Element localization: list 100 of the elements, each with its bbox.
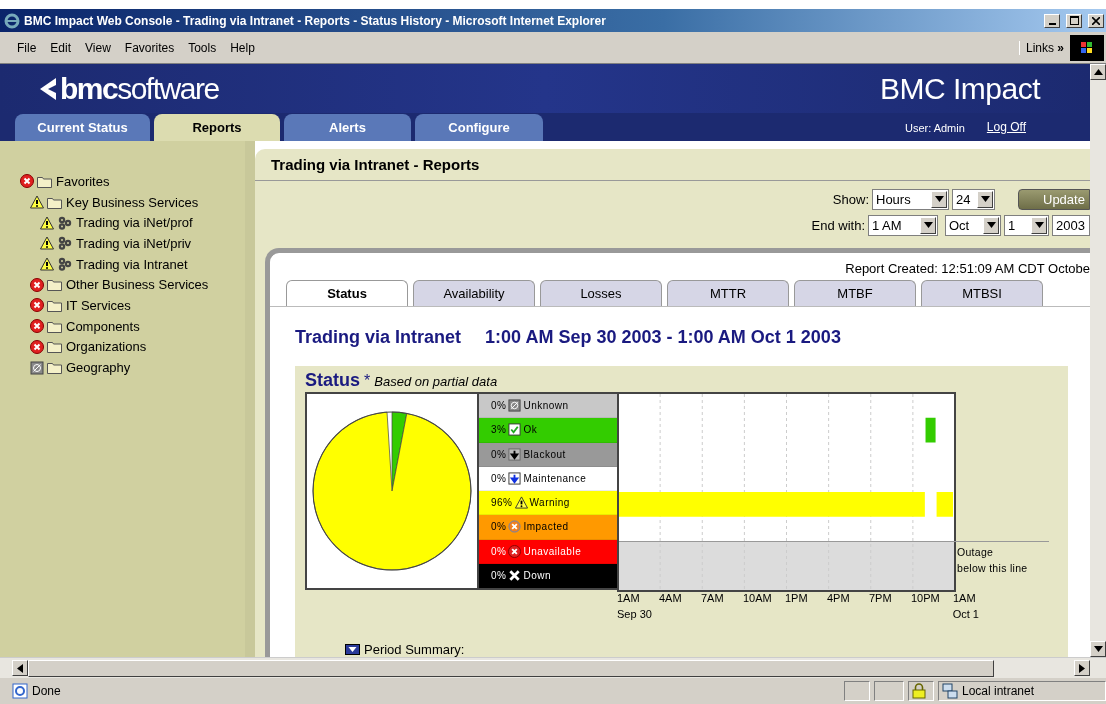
status-pane (874, 681, 904, 701)
axis-tick-label: 1PM (785, 592, 809, 606)
report-created-text: Report Created: 12:51:09 AM CDT Octobe (845, 261, 1090, 276)
status-text: Done (32, 684, 62, 698)
outage-label: Outage below this line (957, 545, 1029, 576)
report-tab[interactable]: Status (286, 279, 408, 306)
folder-icon (47, 319, 63, 333)
legend-label: Unknown (523, 400, 569, 412)
report-tab[interactable]: MTBF (794, 279, 916, 306)
nav-tab[interactable]: Configure (415, 114, 543, 141)
error-icon (508, 520, 522, 534)
minimize-button[interactable] (1044, 13, 1060, 28)
dropdown-toggle-icon[interactable] (345, 644, 360, 655)
folder-icon (47, 298, 63, 312)
cross-icon (508, 568, 522, 582)
dropdown[interactable]: 2003 (1052, 214, 1090, 236)
unknown-status-icon (508, 399, 522, 413)
legend-label: Down (523, 569, 552, 581)
scroll-up-button[interactable] (1090, 64, 1106, 80)
axis-tick-label: 7PM (869, 592, 893, 606)
user-label: User: Admin (904, 122, 965, 134)
update-button[interactable]: Update (1018, 188, 1090, 210)
scroll-left-button[interactable] (12, 660, 28, 676)
tree-item[interactable]: Geography (66, 360, 131, 376)
axis-tick-label: 4PM (827, 592, 851, 606)
legend-label: Impacted (523, 521, 569, 533)
scroll-right-button[interactable] (1074, 660, 1090, 676)
dropdown[interactable]: Oct (945, 214, 1001, 236)
page-icon (12, 683, 28, 699)
scrollbar-thumb[interactable] (28, 659, 994, 677)
tree-item[interactable]: Key Business Services (66, 194, 199, 210)
tree-item[interactable]: Trading via iNet/prof (76, 215, 193, 231)
close-icon (1092, 16, 1100, 25)
error-icon (30, 339, 44, 354)
check-icon (508, 423, 522, 437)
lock-icon (912, 683, 926, 699)
tree-item[interactable]: IT Services (66, 297, 131, 313)
zone-text: Local intranet (962, 684, 1035, 698)
horizontal-scrollbar[interactable] (0, 657, 1106, 678)
legend-percent: 0% (491, 448, 507, 460)
report-tab[interactable]: MTTR (667, 279, 789, 306)
nav-tab[interactable]: Alerts (284, 114, 411, 141)
menu-item[interactable]: Edit (43, 40, 79, 55)
folder-icon (47, 361, 63, 375)
dropdown[interactable]: 24 (952, 188, 995, 210)
legend-percent: 0% (491, 472, 507, 484)
menu-item[interactable]: Tools (181, 40, 224, 55)
tree-item[interactable]: Trading via Intranet (76, 256, 188, 272)
caret-down-icon (986, 222, 996, 228)
folder-icon (47, 195, 63, 209)
nav-tab[interactable]: Reports (154, 114, 280, 141)
legend-percent: 3% (491, 424, 507, 436)
tree-item[interactable]: Other Business Services (66, 277, 209, 293)
legend-label: Warning (529, 497, 570, 509)
axis-date-label: Sep 30 (617, 608, 652, 620)
end-with-label: End with: (811, 217, 865, 233)
menu-item[interactable]: Favorites (117, 40, 182, 55)
report-tab[interactable]: MTBSI (921, 279, 1043, 306)
vertical-scrollbar[interactable] (1090, 64, 1106, 657)
unknown-status-icon (30, 360, 44, 375)
legend-percent: 96% (491, 497, 513, 509)
windows-logo-icon (1070, 34, 1104, 61)
dropdown[interactable]: 1 AM (868, 214, 938, 236)
legend-label: Maintenance (523, 472, 587, 484)
section-title: Status (305, 370, 360, 391)
report-date-range: 1:00 AM Sep 30 2003 - 1:00 AM Oct 1 2003 (485, 326, 841, 349)
legend-percent: 0% (491, 569, 507, 581)
log-off-link[interactable]: Log Off (986, 120, 1026, 134)
dropdown[interactable]: 1 (1004, 214, 1049, 236)
menu-item[interactable]: Help (223, 40, 262, 55)
report-subject: Trading via Intranet (295, 326, 462, 349)
asterisk: * (364, 372, 371, 390)
dropdown[interactable]: Hours (872, 188, 949, 210)
show-label: Show: (832, 191, 869, 207)
nav-tab[interactable]: Current Status (15, 114, 150, 141)
close-button[interactable] (1088, 13, 1104, 28)
tree-item[interactable]: Trading via iNet/priv (76, 235, 192, 251)
maximize-icon (1069, 16, 1079, 25)
legend-percent: 0% (491, 400, 507, 412)
axis-tick-label: 10AM (743, 592, 773, 606)
axis-tick-label: 1AM (953, 592, 977, 606)
partial-data-note: Based on partial data (374, 374, 498, 389)
caret-down-icon (1093, 646, 1103, 652)
error-icon (508, 544, 522, 558)
logo-arrow-icon (40, 77, 56, 100)
caret-down-icon (980, 196, 990, 202)
maximize-button[interactable] (1066, 13, 1082, 28)
menu-item[interactable]: File (10, 40, 44, 55)
tree-item[interactable]: Favorites (56, 173, 110, 189)
axis-tick-label: 4AM (659, 592, 683, 606)
caret-down-icon (923, 222, 933, 228)
legend-percent: 0% (491, 521, 507, 533)
tree-item[interactable]: Components (66, 318, 140, 334)
menu-item[interactable]: View (78, 40, 118, 55)
report-tab[interactable]: Losses (540, 279, 662, 306)
tree-item[interactable]: Organizations (66, 339, 147, 355)
scroll-down-button[interactable] (1090, 641, 1106, 657)
report-tab[interactable]: Availability (413, 279, 535, 306)
caret-down-icon (1034, 222, 1044, 228)
warning-icon (40, 215, 54, 230)
